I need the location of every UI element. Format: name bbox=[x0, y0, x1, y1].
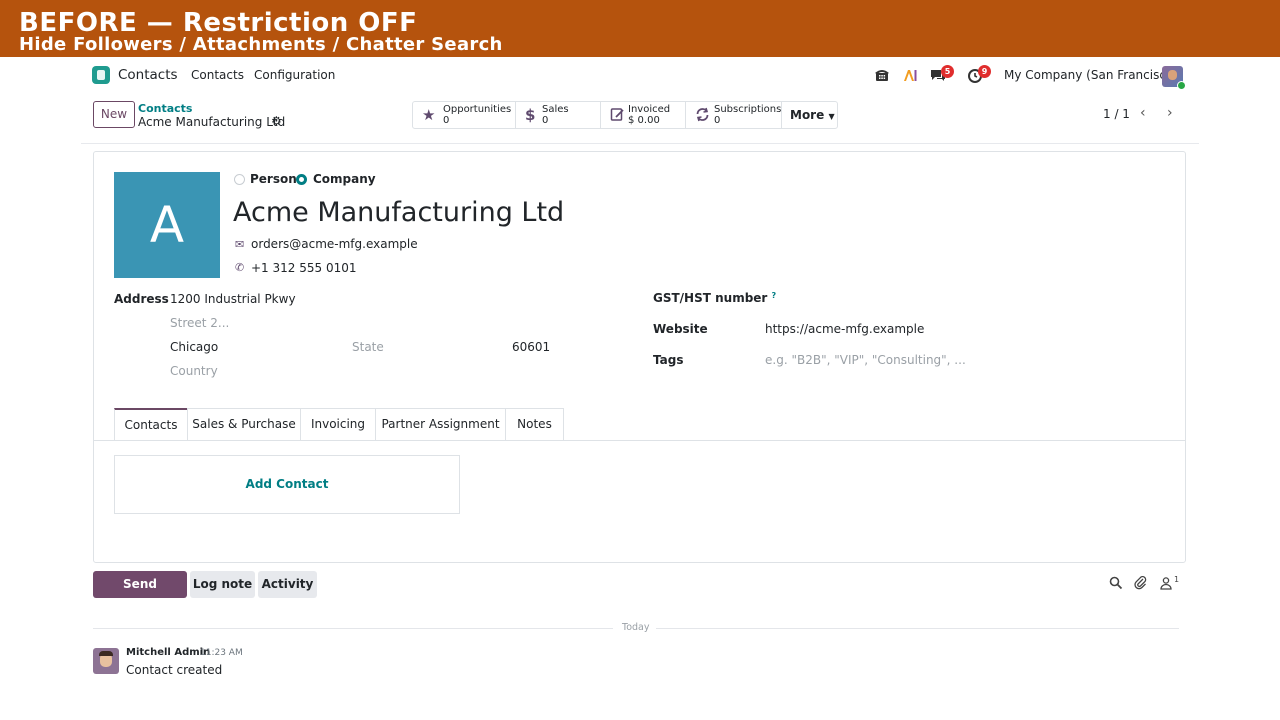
partner-name-field[interactable]: Acme Manufacturing Ltd bbox=[233, 196, 564, 230]
phone-field[interactable]: +1 312 555 0101 bbox=[251, 261, 356, 275]
smart-button-opportunities[interactable]: ★ Opportunities 0 bbox=[413, 102, 516, 128]
tab-partner-assignment[interactable]: Partner Assignment bbox=[375, 408, 506, 440]
city-field[interactable]: Chicago bbox=[170, 340, 218, 354]
smart-button-subscriptions[interactable]: Subscriptions 0 bbox=[686, 102, 782, 128]
add-contact-card[interactable]: Add Contact bbox=[114, 455, 460, 514]
new-button[interactable]: New bbox=[93, 101, 135, 128]
pager-previous-icon[interactable]: ‹ bbox=[1140, 104, 1146, 122]
menu-contacts[interactable]: Contacts bbox=[191, 68, 244, 82]
tags-field[interactable]: e.g. "B2B", "VIP", "Consulting", ... bbox=[765, 353, 966, 367]
dollar-icon: $ bbox=[525, 106, 536, 124]
phone-icon[interactable] bbox=[873, 67, 891, 85]
tab-invoicing[interactable]: Invoicing bbox=[300, 408, 376, 440]
star-icon: ★ bbox=[422, 106, 436, 124]
smart-button-value: 0 bbox=[443, 115, 450, 126]
activity-button[interactable]: Activity bbox=[258, 571, 317, 598]
tags-label: Tags bbox=[653, 353, 684, 367]
smart-button-value: 0 bbox=[542, 115, 549, 126]
state-field[interactable]: State bbox=[352, 340, 384, 354]
smart-button-label: Sales bbox=[542, 104, 569, 115]
control-panel-divider bbox=[81, 143, 1199, 144]
smart-button-value: $ 0.00 bbox=[628, 115, 660, 126]
smart-button-sales[interactable]: $ Sales 0 bbox=[516, 102, 601, 128]
gst-label-text: GST/HST number bbox=[653, 291, 768, 305]
gst-label: GST/HST number ? bbox=[653, 291, 776, 305]
add-contact-button[interactable]: Add Contact bbox=[115, 456, 459, 513]
envelope-icon: ✉ bbox=[235, 238, 245, 251]
message-author[interactable]: Mitchell Admin bbox=[126, 647, 210, 658]
tab-sales-purchase[interactable]: Sales & Purchase bbox=[187, 408, 301, 440]
followers-count: 1 bbox=[1174, 575, 1180, 584]
zip-field[interactable]: 60601 bbox=[512, 340, 550, 354]
paperclip-icon[interactable] bbox=[1134, 575, 1148, 595]
street2-field[interactable]: Street 2... bbox=[170, 316, 229, 330]
date-separator-line bbox=[93, 628, 613, 629]
smart-button-invoiced[interactable]: Invoiced $ 0.00 bbox=[601, 102, 686, 128]
smart-buttons: ★ Opportunities 0 $ Sales 0 Invoiced $ 0… bbox=[412, 101, 838, 129]
banner-subtitle: Hide Followers / Attachments / Chatter S… bbox=[19, 34, 503, 55]
radio-company-label[interactable]: Company bbox=[313, 172, 376, 186]
partner-avatar[interactable]: A bbox=[114, 172, 220, 278]
breadcrumb-parent[interactable]: Contacts bbox=[138, 102, 192, 115]
pager-value[interactable]: 1 / 1 bbox=[1103, 107, 1130, 121]
more-dropdown-button[interactable]: More ▼ bbox=[782, 102, 838, 128]
caret-down-icon: ▼ bbox=[828, 112, 835, 121]
avatar-hair bbox=[99, 651, 113, 656]
website-field[interactable]: https://acme-mfg.example bbox=[765, 322, 924, 336]
annotation-banner: BEFORE — Restriction OFF Hide Followers … bbox=[0, 0, 1280, 57]
invoice-icon bbox=[610, 107, 625, 125]
menu-configuration[interactable]: Configuration bbox=[254, 68, 335, 82]
send-message-button[interactable]: Send message bbox=[93, 571, 187, 618]
message-body: Contact created bbox=[126, 663, 223, 677]
smart-button-label: Subscriptions bbox=[714, 104, 782, 115]
online-status-dot bbox=[1177, 81, 1186, 90]
address-label: Address bbox=[114, 292, 169, 306]
top-navbar: Contacts Contacts Configuration 5 9 My C… bbox=[0, 57, 1280, 95]
control-panel: New Contacts Acme Manufacturing Ltd ⚙ ★ … bbox=[0, 95, 1280, 143]
website-label: Website bbox=[653, 322, 708, 336]
activity-badge: 9 bbox=[978, 65, 991, 78]
message-time: 11:23 AM bbox=[200, 648, 243, 658]
log-note-button[interactable]: Log note bbox=[190, 571, 255, 598]
app-name[interactable]: Contacts bbox=[118, 67, 178, 83]
street-field[interactable]: 1200 Industrial Pkwy bbox=[170, 292, 296, 306]
date-separator-label: Today bbox=[622, 622, 650, 633]
phone-icon: ✆ bbox=[235, 261, 245, 274]
followers-icon[interactable] bbox=[1159, 576, 1173, 595]
radio-person[interactable] bbox=[234, 174, 245, 185]
avatar-face bbox=[1168, 70, 1177, 80]
tabs-divider bbox=[94, 440, 1185, 441]
gear-icon[interactable]: ⚙ bbox=[271, 114, 282, 128]
radio-person-label[interactable]: Person bbox=[250, 172, 297, 186]
chat-badge: 5 bbox=[941, 65, 954, 78]
ai-icon[interactable] bbox=[901, 67, 919, 85]
country-field[interactable]: Country bbox=[170, 364, 218, 378]
message-author-avatar[interactable] bbox=[93, 648, 119, 674]
smart-button-value: 0 bbox=[714, 115, 721, 126]
smart-button-label: Invoiced bbox=[628, 104, 671, 115]
smart-button-label: Opportunities bbox=[443, 104, 512, 115]
more-label: More bbox=[790, 108, 825, 122]
tab-contacts[interactable]: Contacts bbox=[114, 408, 188, 440]
form-sheet: A Person Company Acme Manufacturing Ltd … bbox=[93, 151, 1186, 563]
search-icon[interactable] bbox=[1109, 576, 1123, 595]
help-tooltip-icon[interactable]: ? bbox=[772, 291, 777, 300]
contacts-app-icon[interactable] bbox=[92, 66, 110, 84]
date-separator-line bbox=[656, 628, 1179, 629]
refresh-icon bbox=[695, 107, 710, 125]
email-field[interactable]: orders@acme-mfg.example bbox=[251, 237, 418, 251]
company-switcher[interactable]: My Company (San Francisco) bbox=[1004, 68, 1178, 82]
pager-next-icon[interactable]: › bbox=[1167, 104, 1173, 122]
radio-company[interactable] bbox=[296, 174, 307, 185]
user-avatar[interactable] bbox=[1162, 66, 1186, 90]
tab-notes[interactable]: Notes bbox=[505, 408, 564, 440]
breadcrumb-current: Acme Manufacturing Ltd bbox=[138, 115, 286, 129]
